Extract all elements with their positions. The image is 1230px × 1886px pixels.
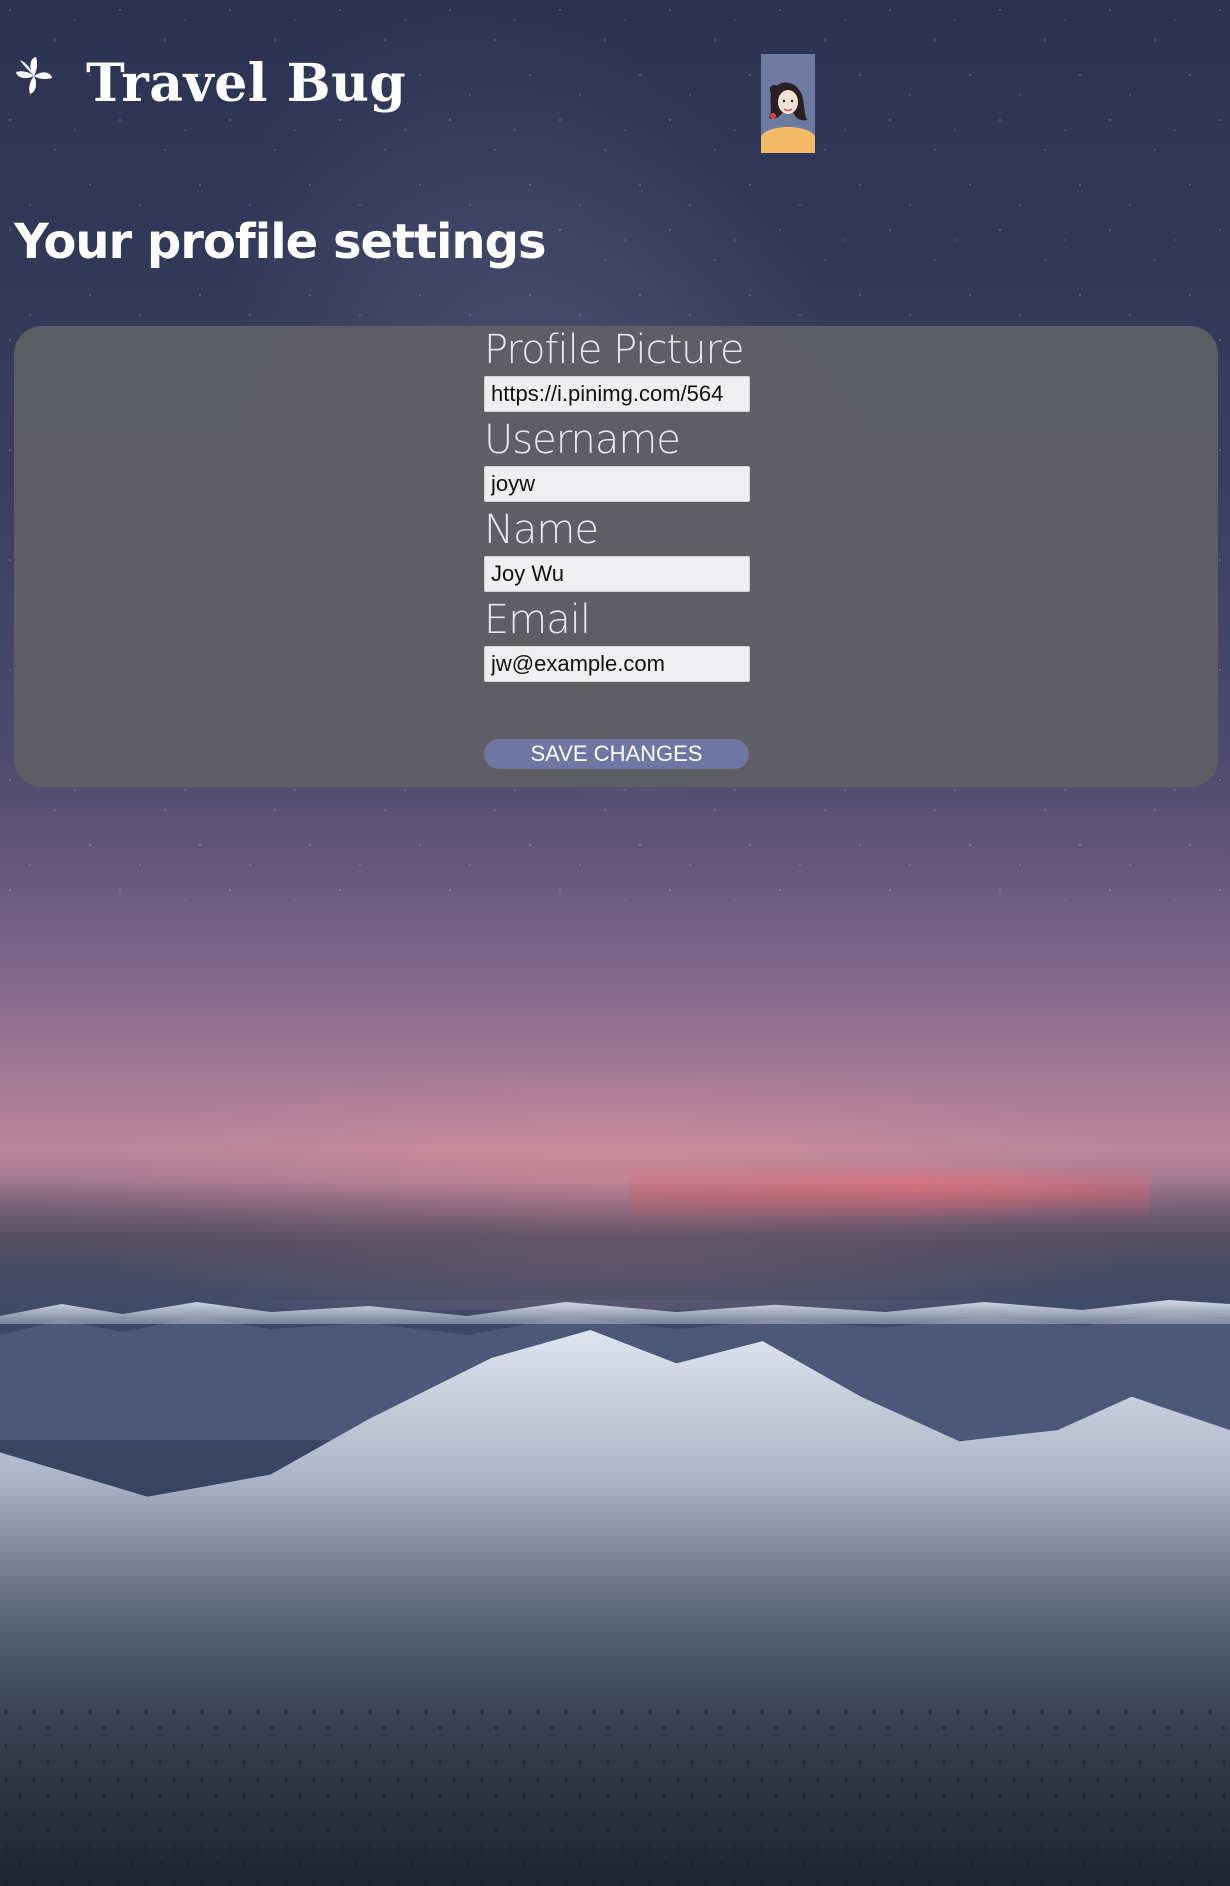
email-input[interactable]	[484, 646, 750, 682]
username-input[interactable]	[484, 466, 750, 502]
profile-picture-input[interactable]	[484, 376, 750, 412]
flower-icon[interactable]	[14, 56, 54, 96]
user-avatar-illustration	[761, 54, 815, 153]
forest	[0, 1700, 1230, 1886]
profile-picture-label: Profile Picture	[484, 327, 745, 373]
avatar[interactable]	[761, 54, 815, 153]
name-input[interactable]	[484, 556, 750, 592]
email-label: Email	[484, 597, 591, 643]
profile-form: Profile Picture Username Name Email	[484, 330, 750, 690]
name-label: Name	[484, 507, 599, 553]
page-title: Your profile settings	[14, 214, 547, 270]
brand-title[interactable]: Travel Bug	[86, 58, 406, 110]
horizon-haze	[0, 1180, 1230, 1300]
username-label: Username	[484, 417, 681, 463]
save-changes-button[interactable]: SAVE CHANGES	[484, 739, 749, 769]
